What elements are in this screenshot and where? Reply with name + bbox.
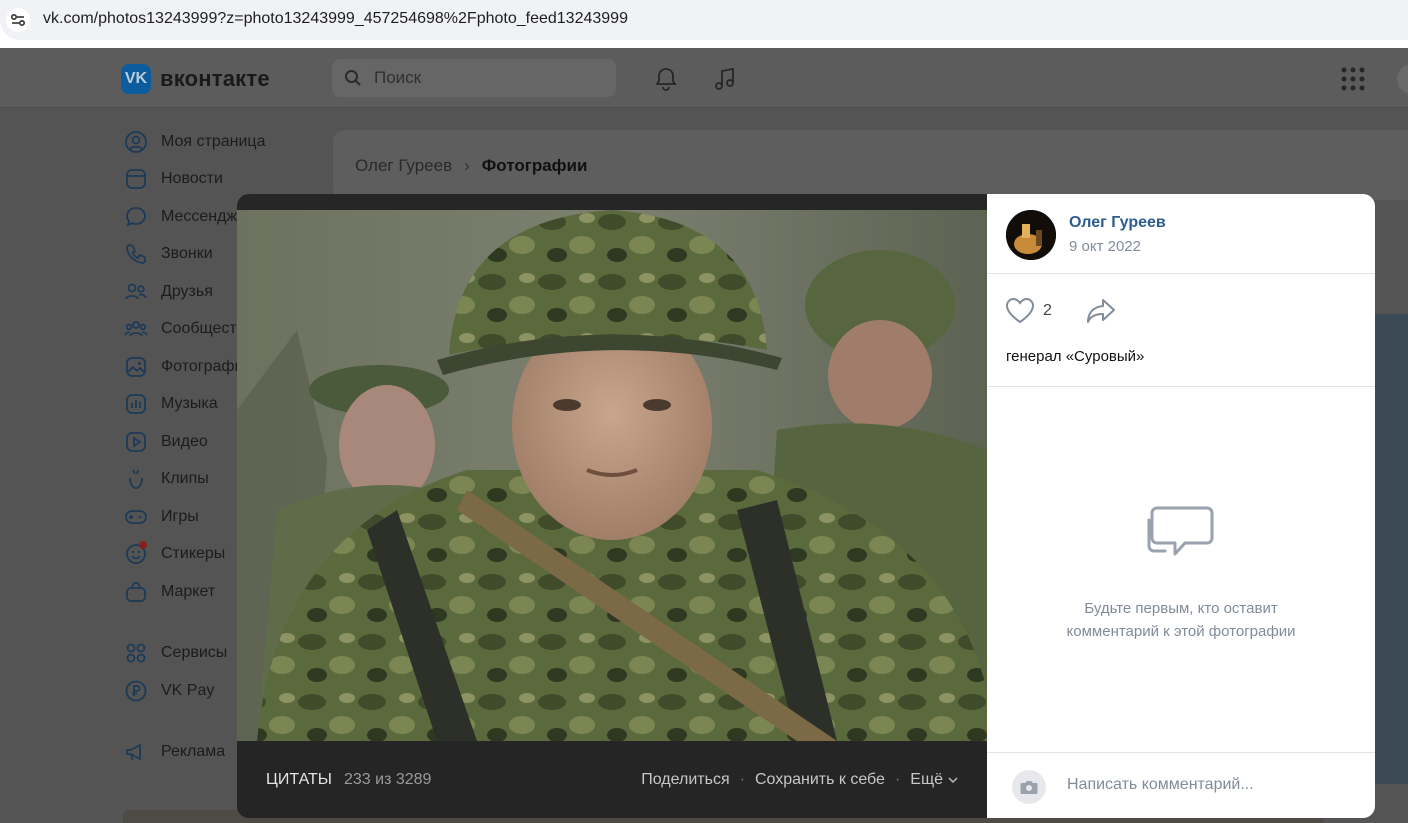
sidebar-item-label: Музыка — [161, 395, 218, 413]
camera-icon[interactable] — [1012, 770, 1046, 804]
photos-icon — [126, 356, 146, 377]
music-note-icon[interactable] — [712, 66, 738, 92]
breadcrumb-separator: › — [464, 156, 470, 175]
heart-icon[interactable] — [1005, 296, 1035, 326]
like-count: 2 — [1043, 302, 1052, 319]
vk-logo[interactable]: VK вконтакте — [121, 64, 270, 94]
music-icon — [126, 394, 146, 415]
chat-icon — [126, 206, 146, 227]
sidebar-item-label: Маркет — [161, 582, 216, 600]
photo-caption: генерал «Суровый» — [987, 348, 1375, 387]
sidebar-item-label: VK Pay — [161, 681, 215, 699]
sidebar-item-label: Игры — [161, 507, 199, 525]
empty-comments-line-2: комментарий к этой фотографии — [1066, 623, 1296, 640]
sidebar-item-label: Клипы — [161, 470, 209, 488]
vk-logo-text: вконтакте — [160, 66, 270, 91]
sidebar-item-label: Сервисы — [161, 644, 228, 662]
communities-icon — [124, 321, 148, 337]
photo-counter: 233 из 3289 — [344, 771, 432, 788]
profile-avatar[interactable] — [1397, 64, 1408, 94]
sidebar-item-my-page[interactable]: Моя страница — [122, 123, 322, 161]
more-button[interactable]: Ещё — [910, 771, 943, 789]
services-icon — [126, 643, 146, 663]
photo-actions: Поделиться · Сохранить к себе · Ещё — [641, 771, 958, 789]
save-to-my-photos-button[interactable]: Сохранить к себе — [755, 771, 885, 789]
sidebar-item-label: Друзья — [161, 282, 213, 300]
empty-comments-line-1: Будьте первым, кто оставит — [1084, 600, 1278, 617]
browser-address-bar: vk.com/photos13243999?z=photo13243999_45… — [0, 0, 1408, 48]
url-text[interactable]: vk.com/photos13243999?z=photo13243999_45… — [43, 10, 628, 28]
sidebar-item-news[interactable]: Новости — [122, 161, 322, 199]
sidebar-item-label: Моя страница — [161, 132, 266, 150]
comments-empty-icon — [1147, 506, 1214, 556]
sidebar-item-label: Звонки — [161, 245, 213, 263]
share-arrow-icon[interactable] — [1085, 296, 1117, 326]
breadcrumb-owner[interactable]: Олег Гуреев — [355, 156, 452, 176]
notification-dot — [139, 540, 147, 549]
search-box[interactable] — [332, 59, 616, 97]
breadcrumb-current: Фотографии — [481, 156, 588, 175]
search-input[interactable] — [374, 67, 604, 89]
separator-dot: · — [894, 771, 901, 788]
notifications-bell-icon[interactable] — [653, 66, 679, 92]
sidebar-item-label: Видео — [161, 432, 208, 450]
author-block: Олег Гуреев 9 окт 2022 — [987, 194, 1375, 274]
chevron-down-icon — [948, 777, 958, 784]
photo-info-panel: Олег Гуреев 9 окт 2022 2 генерал «Суровы… — [987, 194, 1375, 818]
post-date[interactable]: 9 окт 2022 — [1069, 238, 1141, 255]
comment-input[interactable] — [1067, 774, 1357, 796]
empty-comments-message: Будьте первым, кто оставит комментарий к… — [1031, 597, 1331, 643]
vk-top-header: VK вконтакте — [0, 48, 1408, 108]
author-name[interactable]: Олег Гуреев — [1069, 214, 1166, 232]
sidebar-item-label: Стикеры — [161, 545, 226, 563]
phone-icon — [126, 244, 147, 265]
video-icon — [126, 431, 146, 452]
site-settings-icon[interactable] — [6, 8, 30, 32]
user-icon — [125, 130, 147, 153]
background-photo-thumbnails — [1375, 314, 1408, 784]
album-title[interactable]: ЦИТАТЫ — [266, 771, 332, 789]
photo-viewer: ЦИТАТЫ 233 из 3289 Поделиться · Сохранит… — [237, 194, 987, 818]
url-field[interactable]: vk.com/photos13243999?z=photo13243999_45… — [0, 0, 1408, 40]
sidebar-item-label: Реклама — [161, 743, 226, 761]
author-avatar[interactable] — [1006, 210, 1056, 260]
share-button[interactable]: Поделиться — [641, 771, 729, 789]
games-icon — [125, 509, 147, 524]
friends-icon — [125, 283, 147, 300]
separator-dot: · — [739, 771, 745, 788]
photo-viewer-footer: ЦИТАТЫ 233 из 3289 Поделиться · Сохранит… — [237, 741, 987, 818]
breadcrumb: Олег Гуреев › Фотографии — [355, 156, 587, 176]
vk-logo-icon: VK — [121, 64, 151, 94]
megaphone-icon — [126, 743, 141, 761]
search-icon — [345, 70, 361, 86]
market-icon — [126, 581, 146, 602]
clips-icon — [129, 469, 143, 490]
vkpay-icon — [125, 680, 147, 702]
reactions-bar: 2 — [987, 274, 1375, 348]
photo-image[interactable] — [237, 210, 987, 741]
apps-grid-icon[interactable] — [1340, 66, 1366, 92]
news-icon — [126, 169, 146, 190]
sidebar-item-label: Новости — [161, 170, 223, 188]
comment-composer — [987, 752, 1375, 818]
